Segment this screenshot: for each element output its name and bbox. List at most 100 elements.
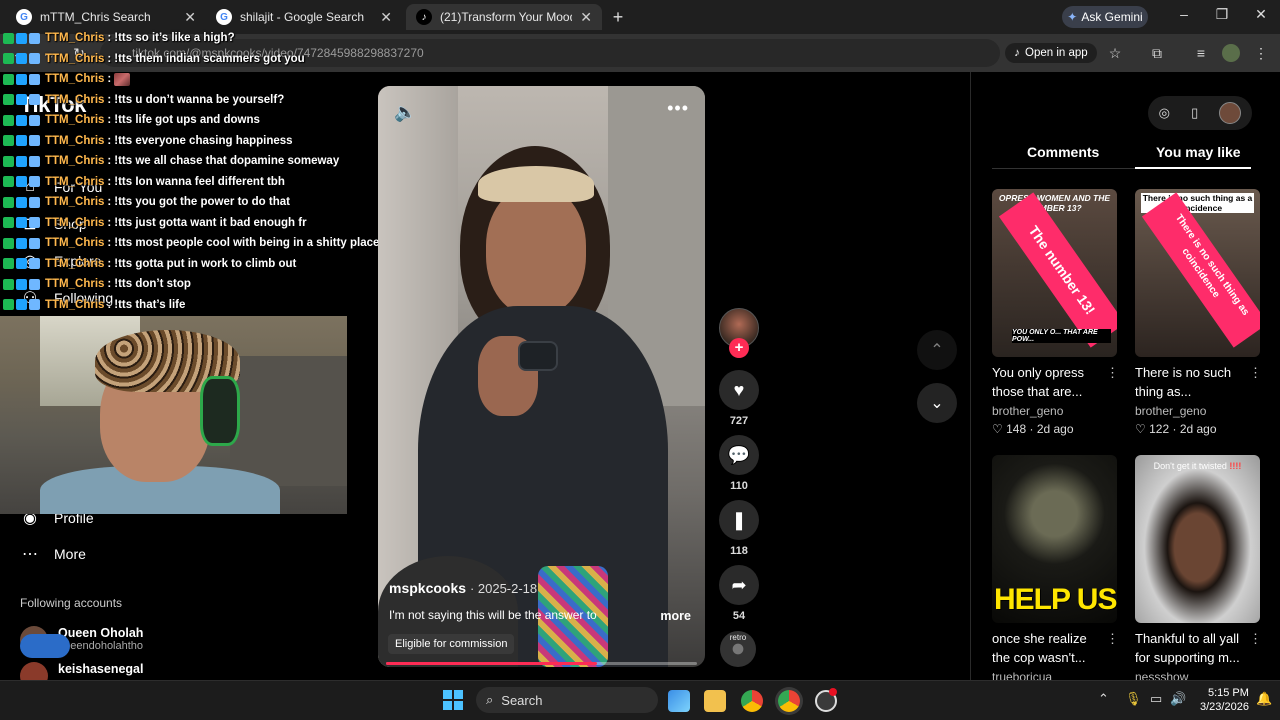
- badge-icon: [29, 73, 40, 85]
- commission-badge: Eligible for commission: [388, 634, 515, 654]
- follow-plus-button[interactable]: +: [729, 338, 749, 358]
- windows-start-icon[interactable]: [443, 690, 463, 710]
- extensions-icon[interactable]: ⧉: [1148, 44, 1166, 62]
- store-icon[interactable]: [668, 690, 690, 712]
- badge-icon: [29, 114, 40, 126]
- video-thumbnail[interactable]: Don't get it twisted !!!!: [1135, 455, 1260, 623]
- next-video-button[interactable]: ⌄: [917, 383, 957, 423]
- minimize-button[interactable]: –: [1172, 6, 1196, 22]
- badge-icon: [16, 135, 27, 146]
- bookmark-icon[interactable]: ❚: [719, 500, 759, 540]
- phone-icon[interactable]: ▯: [1191, 105, 1198, 121]
- author-name: mspkcooks: [389, 580, 467, 596]
- like-action[interactable]: ♥ 727: [719, 370, 759, 427]
- badge-icon: [16, 94, 27, 105]
- suggested-video-card[interactable]: There is no such thing as a coincidence …: [1135, 189, 1262, 436]
- maximize-button[interactable]: ❐: [1210, 6, 1234, 23]
- card-options-icon[interactable]: ⋮: [1249, 631, 1262, 647]
- comment-action[interactable]: 💬 110: [719, 435, 759, 492]
- share-count: 54: [732, 610, 746, 622]
- chat-message: TTM_Chris: !tts we all chase that dopamin…: [3, 152, 339, 170]
- open-in-app-button[interactable]: ♪ Open in app: [1005, 43, 1097, 63]
- account-handle: queendoholahtho: [58, 640, 144, 652]
- creator-face: [486, 186, 586, 316]
- video-more-options-icon[interactable]: •••: [667, 98, 689, 119]
- profile-avatar-icon[interactable]: [1222, 44, 1240, 62]
- network-icon[interactable]: ▭: [1150, 691, 1162, 707]
- video-thumbnail[interactable]: There is no such thing as a coincidence …: [1135, 189, 1260, 357]
- tab-search[interactable]: G mTTM_Chris Search ✕: [6, 4, 206, 30]
- tab-title: mTTM_Chris Search: [40, 10, 151, 24]
- taskbar-search[interactable]: ⌕ Search: [476, 687, 658, 713]
- nav-more[interactable]: ⋯ More: [20, 544, 86, 564]
- badge-icon: [3, 135, 14, 146]
- close-tab-icon[interactable]: ✕: [184, 9, 196, 26]
- chat-separator: :: [107, 216, 112, 229]
- share-icon[interactable]: ➦: [719, 565, 759, 605]
- chat-message: TTM_Chris: !tts don’t stop: [3, 275, 191, 293]
- chat-username: TTM_Chris: [45, 32, 105, 44]
- card-likes: 122: [1149, 422, 1170, 436]
- microphone-icon[interactable]: 🎙: [1125, 691, 1142, 707]
- chrome-menu-icon[interactable]: ⋮: [1252, 44, 1270, 62]
- like-count: 727: [729, 415, 749, 427]
- suggested-video-card[interactable]: HELP US once she realize the cop wasn't.…: [992, 455, 1119, 684]
- media-control-icon[interactable]: ≡: [1192, 44, 1210, 62]
- volume-icon[interactable]: 🔈: [394, 102, 416, 123]
- suggested-video-card[interactable]: OPRESS WOMEN AND THE NUMBER 13? The numb…: [992, 189, 1119, 436]
- video-progress-bar[interactable]: [386, 662, 697, 665]
- tray-overflow-icon[interactable]: ⌃: [1098, 691, 1109, 707]
- comment-icon[interactable]: 💬: [719, 435, 759, 475]
- video-player[interactable]: 🔈 ••• mspkcooks · 2025-2-18 I'm not sayi…: [378, 86, 705, 667]
- previous-video-button[interactable]: ⌃: [917, 330, 957, 370]
- bookmark-star-icon[interactable]: ☆: [1106, 44, 1124, 62]
- heart-icon[interactable]: ♥: [719, 370, 759, 410]
- suggested-video-card[interactable]: Don't get it twisted !!!! Thankful to al…: [1135, 455, 1262, 684]
- ask-gemini-button[interactable]: ✦ Ask Gemini: [1062, 6, 1148, 28]
- chat-text: !tts so it’s like a high?: [114, 32, 235, 44]
- chat-badges: [3, 32, 40, 44]
- card-options-icon[interactable]: ⋮: [1249, 365, 1262, 381]
- video-thumbnail[interactable]: HELP US: [992, 455, 1117, 623]
- badge-icon: [29, 176, 40, 187]
- tab-tiktok-video[interactable]: ♪ (21)Transform Your Mood with ✕: [406, 4, 602, 30]
- music-disc-icon[interactable]: retro: [720, 631, 756, 667]
- tab-you-may-like[interactable]: You may like: [1156, 144, 1241, 160]
- chat-text: !tts gotta put in work to climb out: [114, 257, 297, 270]
- close-window-button[interactable]: ✕: [1249, 6, 1273, 23]
- system-clock[interactable]: 5:15 PM 3/23/2026: [1200, 686, 1249, 714]
- chat-badges: [3, 176, 40, 187]
- card-options-icon[interactable]: ⋮: [1106, 365, 1119, 381]
- thumb-caption-text: Don't get it twisted: [1153, 461, 1227, 471]
- active-tab-indicator: [1135, 167, 1251, 169]
- volume-tray-icon[interactable]: 🔊: [1170, 691, 1186, 707]
- chat-separator: :: [107, 298, 112, 311]
- chat-separator: :: [107, 237, 112, 249]
- tab-comments[interactable]: Comments: [1027, 144, 1099, 160]
- user-avatar[interactable]: [1219, 102, 1242, 124]
- video-thumbnail[interactable]: OPRESS WOMEN AND THE NUMBER 13? The numb…: [992, 189, 1117, 357]
- badge-icon: [16, 299, 27, 310]
- save-action[interactable]: ❚ 118: [719, 500, 759, 557]
- badge-icon: [16, 237, 27, 249]
- chrome-active-icon[interactable]: [778, 690, 800, 712]
- nav-label: More: [54, 546, 86, 562]
- chat-text: !tts Ion wanna feel different tbh: [114, 175, 285, 188]
- close-tab-icon[interactable]: ✕: [380, 9, 392, 26]
- badge-icon: [3, 94, 14, 105]
- chrome-icon[interactable]: [741, 690, 763, 712]
- compass-icon[interactable]: ◎: [1159, 105, 1170, 121]
- close-tab-icon[interactable]: ✕: [580, 9, 592, 26]
- share-action[interactable]: ➦ 54: [719, 565, 759, 622]
- caption-more-link[interactable]: more: [660, 609, 691, 623]
- card-meta: ♡ 122 · 2d ago: [1135, 422, 1217, 436]
- notifications-icon[interactable]: 🔔: [1256, 691, 1272, 707]
- chat-username: TTM_Chris: [45, 114, 105, 126]
- new-tab-button[interactable]: +: [608, 7, 628, 28]
- badge-icon: [29, 155, 40, 167]
- chat-message: TTM_Chris: !tts life got ups and downs: [3, 111, 260, 129]
- card-options-icon[interactable]: ⋮: [1106, 631, 1119, 647]
- video-author[interactable]: mspkcooks · 2025-2-18: [389, 580, 537, 596]
- file-explorer-icon[interactable]: [704, 690, 726, 712]
- tab-shilajit-search[interactable]: G shilajit - Google Search ✕: [206, 4, 402, 30]
